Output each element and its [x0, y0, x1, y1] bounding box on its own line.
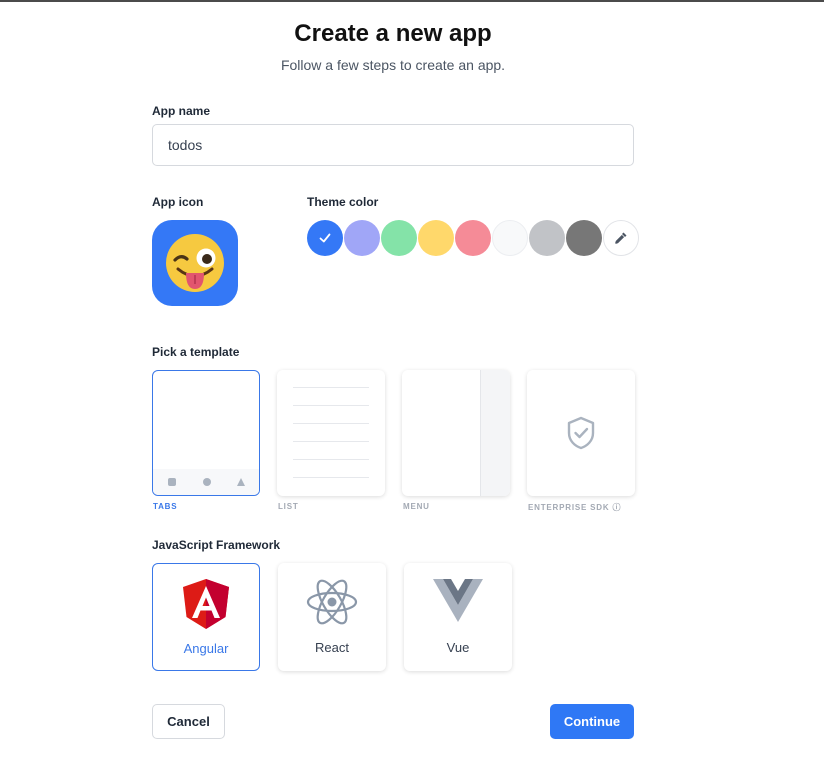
- continue-button[interactable]: Continue: [550, 704, 634, 739]
- framework-angular-card[interactable]: Angular: [152, 563, 260, 671]
- app-icon-picker[interactable]: [152, 220, 238, 306]
- square-tab-icon: [168, 478, 176, 486]
- eyedropper-icon: [615, 232, 627, 244]
- template-list-card[interactable]: [277, 370, 385, 496]
- angular-logo-icon: [183, 579, 229, 629]
- app-icon-label: App icon: [152, 195, 204, 209]
- theme-swatch-4[interactable]: [455, 220, 491, 256]
- vue-logo-icon: [433, 579, 483, 622]
- template-menu-card[interactable]: [402, 370, 510, 496]
- theme-swatch-5[interactable]: [492, 220, 528, 256]
- theme-color-label: Theme color: [307, 195, 379, 209]
- framework-label-angular: Angular: [183, 641, 229, 656]
- page-subtitle: Follow a few steps to create an app.: [280, 57, 506, 73]
- template-caption-list: LIST: [278, 502, 299, 511]
- custom-color-picker-button[interactable]: [603, 220, 639, 256]
- framework-vue-card[interactable]: Vue: [404, 563, 512, 671]
- checkmark-icon: [319, 233, 331, 243]
- framework-label-react: React: [315, 640, 349, 655]
- template-enterprise-sdk-card[interactable]: [527, 370, 635, 496]
- shield-check-icon: [567, 416, 595, 450]
- theme-swatch-1[interactable]: [344, 220, 380, 256]
- theme-swatch-7[interactable]: [566, 220, 602, 256]
- page-title: Create a new app: [294, 20, 492, 47]
- list-line: [293, 459, 369, 460]
- template-section-label: Pick a template: [152, 345, 240, 359]
- list-line: [293, 423, 369, 424]
- template-caption-enterprise-sdk[interactable]: ENTERPRISE SDK ⓘ: [528, 502, 621, 513]
- list-line: [293, 477, 369, 478]
- framework-section-label: JavaScript Framework: [152, 538, 281, 552]
- list-line: [293, 387, 369, 388]
- window-top-border: [0, 0, 824, 2]
- theme-swatch-6[interactable]: [529, 220, 565, 256]
- menu-panel-preview: [480, 370, 510, 496]
- framework-label-vue: Vue: [446, 640, 470, 655]
- circle-tab-icon: [203, 478, 211, 486]
- theme-swatch-2[interactable]: [381, 220, 417, 256]
- template-caption-menu: MENU: [403, 502, 430, 511]
- theme-swatch-0-selected[interactable]: [307, 220, 343, 256]
- framework-react-card[interactable]: React: [278, 563, 386, 671]
- triangle-tab-icon: [237, 478, 245, 486]
- cancel-button[interactable]: Cancel: [152, 704, 225, 739]
- react-logo-icon: [306, 579, 358, 625]
- theme-swatch-3[interactable]: [418, 220, 454, 256]
- app-name-label: App name: [152, 104, 211, 118]
- template-tabs-card[interactable]: [152, 370, 260, 496]
- list-line: [293, 441, 369, 442]
- list-line: [293, 405, 369, 406]
- winking-face-with-tongue-icon: [166, 234, 224, 292]
- app-name-input[interactable]: [152, 124, 634, 166]
- template-caption-tabs: TABS: [153, 502, 178, 511]
